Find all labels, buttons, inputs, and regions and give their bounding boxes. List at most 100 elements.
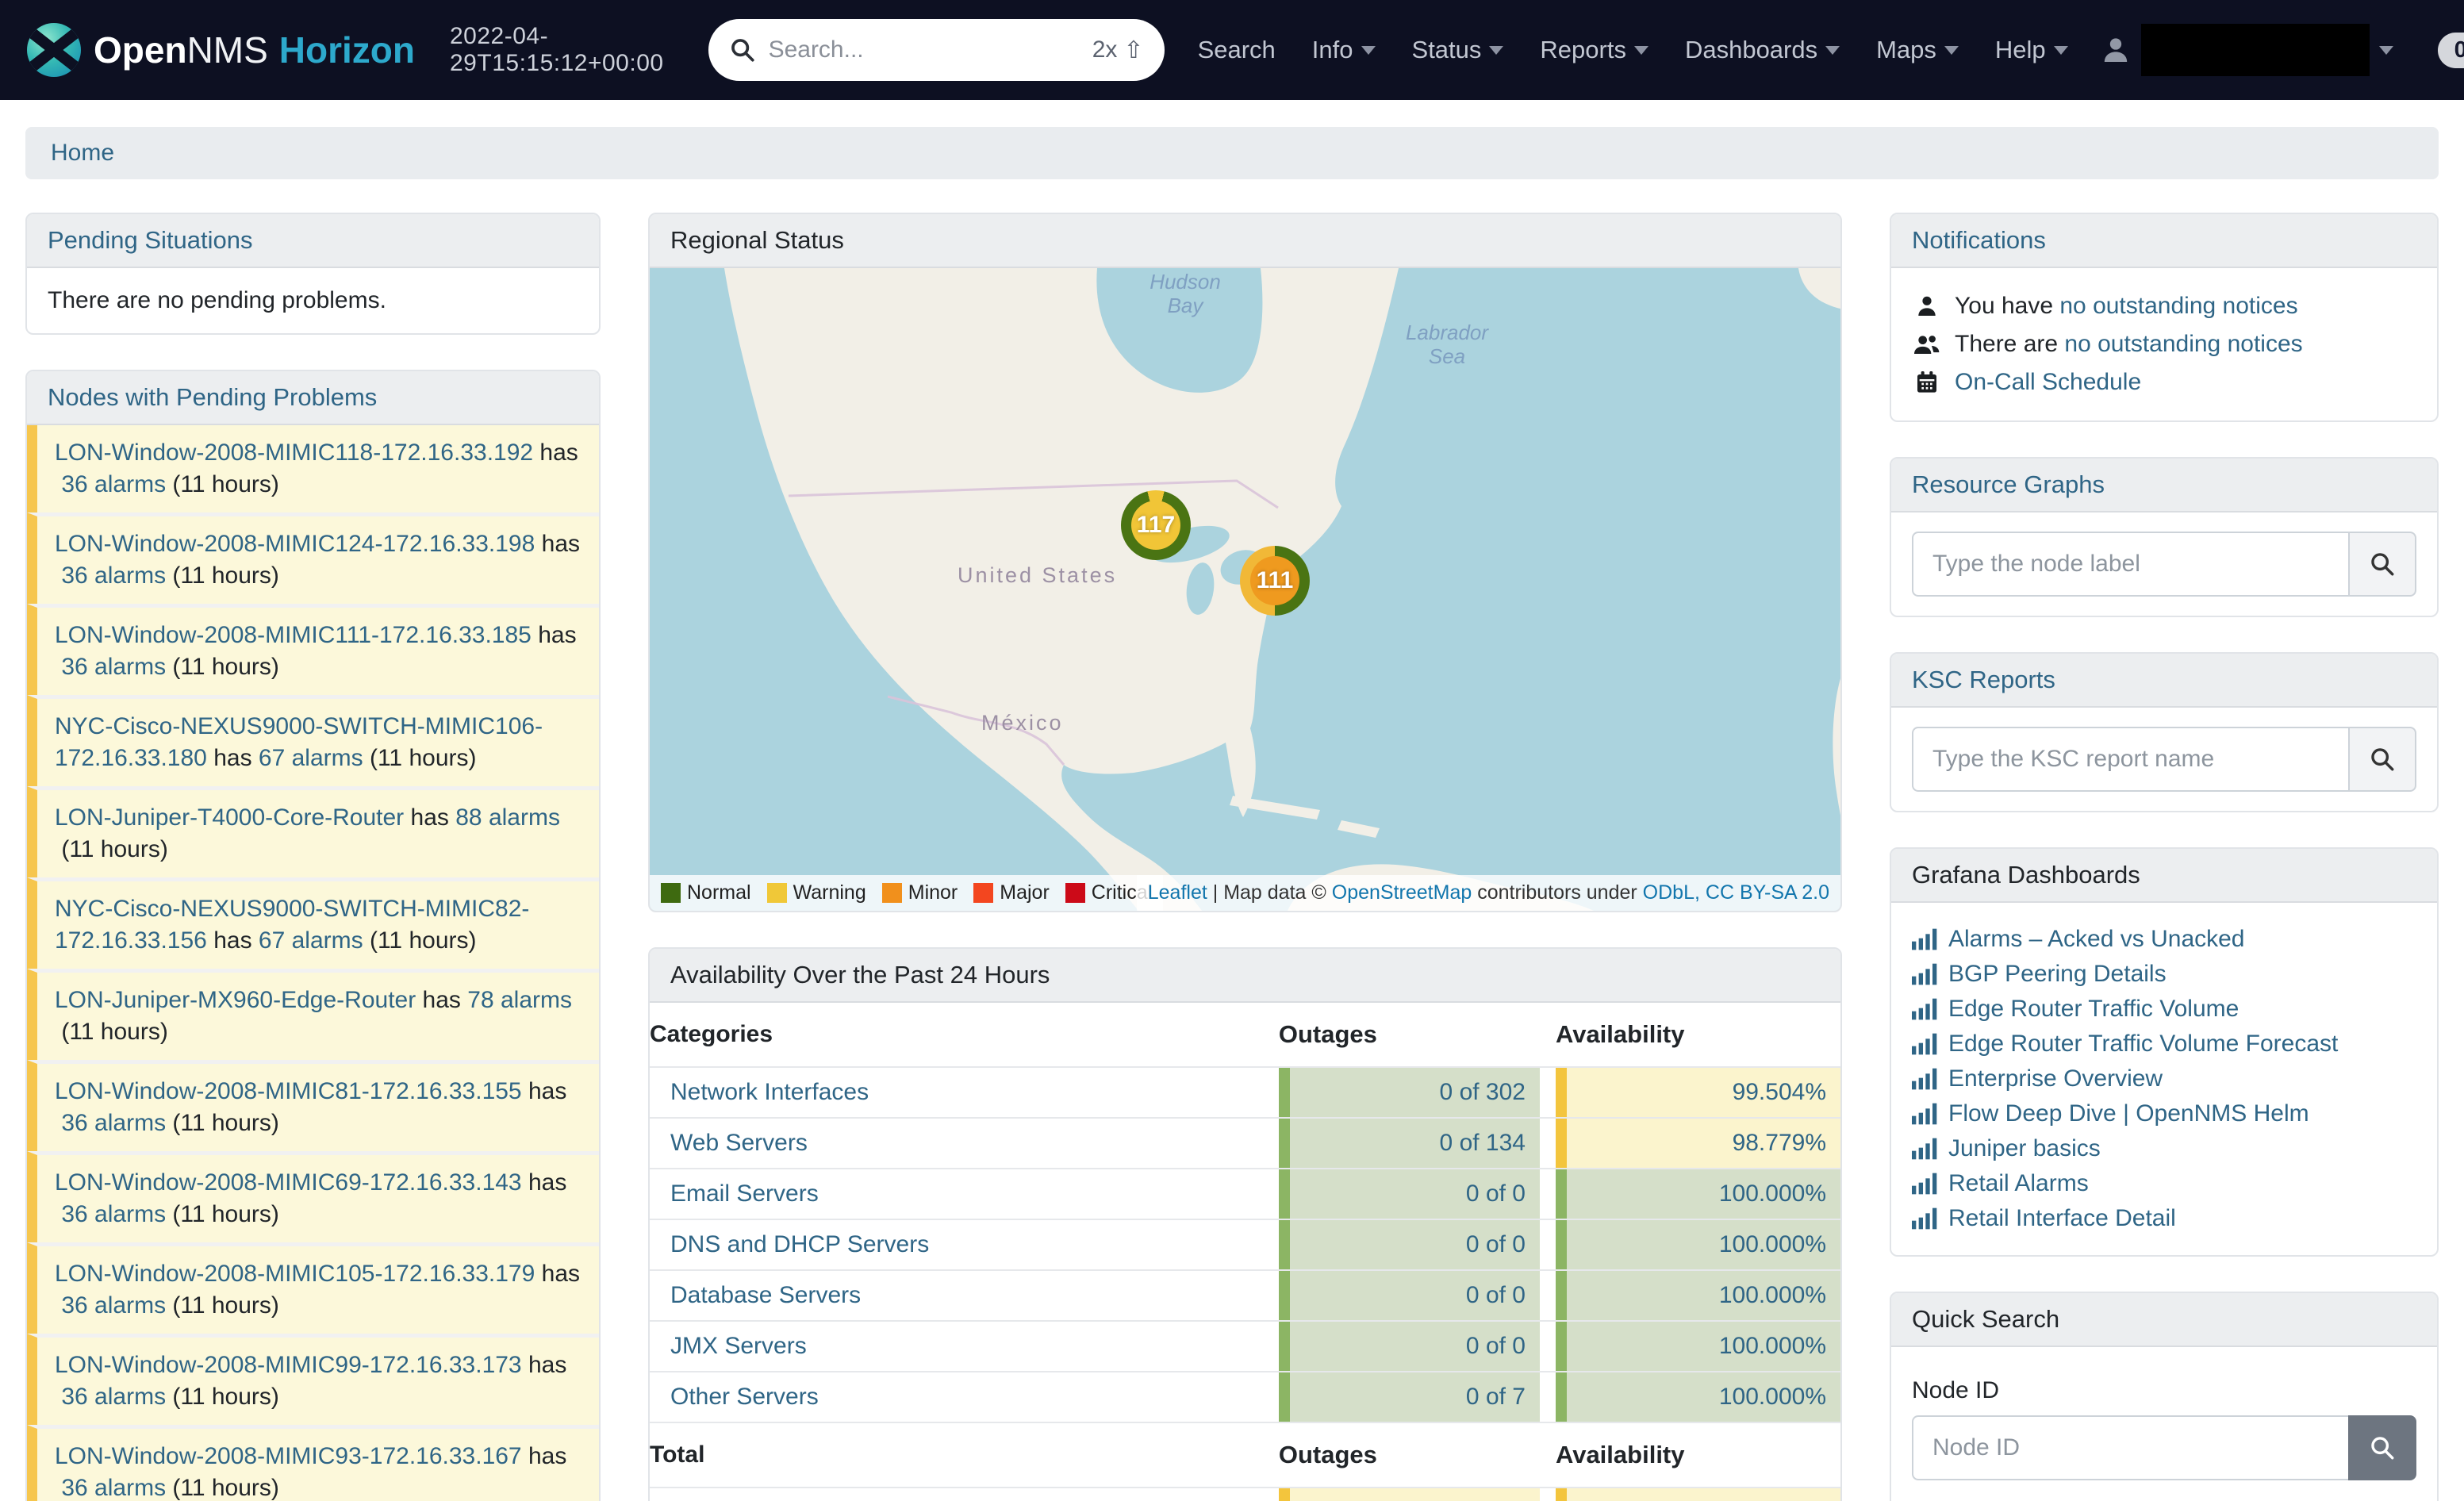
pending-node-item: NYC-Cisco-NEXUS9000-SWITCH-MIMIC106-172.… (27, 695, 599, 786)
grafana-dashboard-link[interactable]: Alarms – Acked vs Unacked (1948, 926, 2245, 953)
alarms-link[interactable]: 67 alarms (259, 927, 363, 954)
nav-menu-item[interactable]: Search (1198, 36, 1276, 64)
duration-text: (11 hours) (61, 1019, 168, 1045)
grafana-dashboard-link[interactable]: Edge Router Traffic Volume Forecast (1948, 1031, 2338, 1058)
breadcrumb-home-link[interactable]: Home (51, 140, 114, 167)
pending-node-item: LON-Window-2008-MIMIC105-172.16.33.179 h… (27, 1242, 599, 1334)
leaflet-link[interactable]: Leaflet (1148, 881, 1207, 904)
legend-swatch (882, 883, 902, 903)
all-notices-link[interactable]: no outstanding notices (2064, 331, 2302, 357)
duration-text: (11 hours) (370, 927, 477, 954)
node-link[interactable]: LON-Window-2008-MIMIC69-172.16.33.143 (55, 1169, 522, 1196)
nav-menu-item[interactable]: Status (1412, 36, 1504, 64)
node-id-search-button[interactable] (2348, 1415, 2416, 1480)
osm-link[interactable]: OpenStreetMap (1332, 881, 1472, 904)
category-link[interactable]: Email Servers (670, 1180, 819, 1207)
bar-chart-icon (1912, 1138, 1937, 1160)
legend-swatch (767, 883, 787, 903)
resource-graphs-search-button[interactable] (2348, 532, 2416, 597)
node-id-input[interactable] (1912, 1415, 2348, 1480)
pending-nodes-panel: Nodes with Pending Problems LON-Window-2… (25, 370, 601, 1501)
user-notices-link[interactable]: no outstanding notices (2059, 293, 2297, 319)
ksc-reports-search-button[interactable] (2348, 727, 2416, 792)
search-input[interactable] (769, 36, 1080, 63)
map-label-mexico: México (981, 711, 1064, 735)
nav-menu-item[interactable]: Maps (1876, 36, 1959, 64)
alarms-link[interactable]: 36 alarms (61, 654, 166, 680)
pending-node-item: LON-Window-2008-MIMIC69-172.16.33.143 ha… (27, 1151, 599, 1242)
node-link[interactable]: LON-Window-2008-MIMIC99-172.16.33.173 (55, 1352, 522, 1378)
category-link[interactable]: Other Servers (670, 1384, 819, 1411)
pending-node-item: LON-Window-2008-MIMIC93-172.16.33.167 ha… (27, 1425, 599, 1501)
map-cluster-marker[interactable]: 117 (1121, 490, 1191, 560)
oncall-schedule-link[interactable]: On-Call Schedule (1955, 369, 2141, 396)
node-link[interactable]: LON-Window-2008-MIMIC111-172.16.33.185 (55, 622, 532, 648)
regional-status-map[interactable]: Hudson Bay Labrador Sea United States Mé… (650, 268, 1840, 911)
alarms-link[interactable]: 36 alarms (61, 1475, 166, 1501)
alarms-link[interactable]: 78 alarms (467, 987, 572, 1013)
legend-item: Normal (661, 881, 751, 904)
duration-text: (11 hours) (172, 1292, 279, 1319)
user-menu[interactable] (2100, 24, 2393, 76)
ksc-reports-title[interactable]: KSC Reports (1891, 654, 2437, 708)
legend-swatch (973, 883, 993, 903)
alarms-link[interactable]: 36 alarms (61, 1110, 166, 1136)
duration-text: (11 hours) (172, 1110, 279, 1136)
brand[interactable]: OpenNMSHorizon (27, 23, 415, 77)
ccbysa-link[interactable]: CC BY-SA 2.0 (1706, 881, 1829, 904)
node-link[interactable]: LON-Window-2008-MIMIC118-172.16.33.192 (55, 440, 533, 466)
notices-count-badge[interactable]: 0 (2438, 33, 2464, 68)
node-link[interactable]: LON-Window-2008-MIMIC93-172.16.33.167 (55, 1443, 522, 1469)
grafana-dashboard-link[interactable]: Flow Deep Dive | OpenNMS Helm (1948, 1100, 2309, 1127)
node-link[interactable]: LON-Window-2008-MIMIC124-172.16.33.198 (55, 531, 535, 557)
resource-graphs-input[interactable] (1912, 532, 2348, 597)
availability-cell: 98.631% (1556, 1488, 1840, 1501)
pending-situations-title[interactable]: Pending Situations (27, 214, 599, 268)
availability-total-row: Overall Service Availability 3 of 448 98… (650, 1487, 1840, 1501)
resource-graphs-title[interactable]: Resource Graphs (1891, 459, 2437, 512)
regional-status-title: Regional Status (650, 214, 1840, 268)
node-link[interactable]: LON-Window-2008-MIMIC81-172.16.33.155 (55, 1078, 522, 1104)
grafana-dashboard-link[interactable]: Retail Interface Detail (1948, 1205, 2176, 1232)
pending-nodes-title[interactable]: Nodes with Pending Problems (27, 371, 599, 425)
category-link[interactable]: Database Servers (670, 1282, 861, 1309)
bar-chart-icon (1912, 1068, 1937, 1090)
total-label: Total (650, 1423, 1279, 1487)
calendar-icon (1912, 370, 1942, 395)
category-link[interactable]: JMX Servers (670, 1333, 807, 1360)
map-cluster-marker[interactable]: 111 (1240, 546, 1310, 616)
map-label-labrador-sea: Labrador Sea (1387, 321, 1506, 368)
grafana-dashboard-link[interactable]: Enterprise Overview (1948, 1065, 2163, 1092)
grafana-dashboard-link[interactable]: Juniper basics (1948, 1135, 2101, 1162)
nav-menu-item[interactable]: Reports (1540, 36, 1648, 64)
grafana-links-list: Alarms – Acked vs Unacked BGP Peering De… (1912, 922, 2416, 1236)
alarms-link[interactable]: 36 alarms (61, 471, 166, 497)
grafana-dashboard-link[interactable]: Retail Alarms (1948, 1170, 2089, 1197)
node-link[interactable]: LON-Window-2008-MIMIC105-172.16.33.179 (55, 1261, 535, 1287)
pending-node-item: LON-Window-2008-MIMIC99-172.16.33.173 ha… (27, 1334, 599, 1425)
category-link[interactable]: DNS and DHCP Servers (670, 1231, 929, 1258)
map-severity-legend: Normal Warning Minor (650, 875, 1163, 911)
alarms-link[interactable]: 88 alarms (455, 804, 560, 831)
availability-title: Availability Over the Past 24 Hours (650, 949, 1840, 1003)
ksc-reports-input[interactable] (1912, 727, 2348, 792)
alarms-link[interactable]: 36 alarms (61, 1201, 166, 1227)
user-notices-row: You have no outstanding notices (1912, 287, 2416, 325)
nav-menu-item[interactable]: Help (1995, 36, 2068, 64)
node-link[interactable]: LON-Juniper-MX960-Edge-Router (55, 987, 416, 1013)
grafana-dashboard-link[interactable]: Edge Router Traffic Volume (1948, 996, 2239, 1023)
alarms-link[interactable]: 36 alarms (61, 1292, 166, 1319)
grafana-dashboard-link[interactable]: BGP Peering Details (1948, 961, 2167, 988)
node-link[interactable]: LON-Juniper-T4000-Core-Router (55, 804, 404, 831)
alarms-link[interactable]: 36 alarms (61, 562, 166, 589)
odbl-link[interactable]: ODbL (1643, 881, 1694, 904)
category-link[interactable]: Web Servers (670, 1130, 808, 1157)
alarms-link[interactable]: 36 alarms (61, 1384, 166, 1410)
alarms-link[interactable]: 67 alarms (259, 745, 363, 771)
duration-text: (11 hours) (172, 562, 279, 589)
notifications-title[interactable]: Notifications (1891, 214, 2437, 268)
nav-menu-item[interactable]: Info (1312, 36, 1376, 64)
legend-item: Major (973, 881, 1050, 904)
nav-menu-item[interactable]: Dashboards (1685, 36, 1840, 64)
category-link[interactable]: Network Interfaces (670, 1079, 869, 1106)
